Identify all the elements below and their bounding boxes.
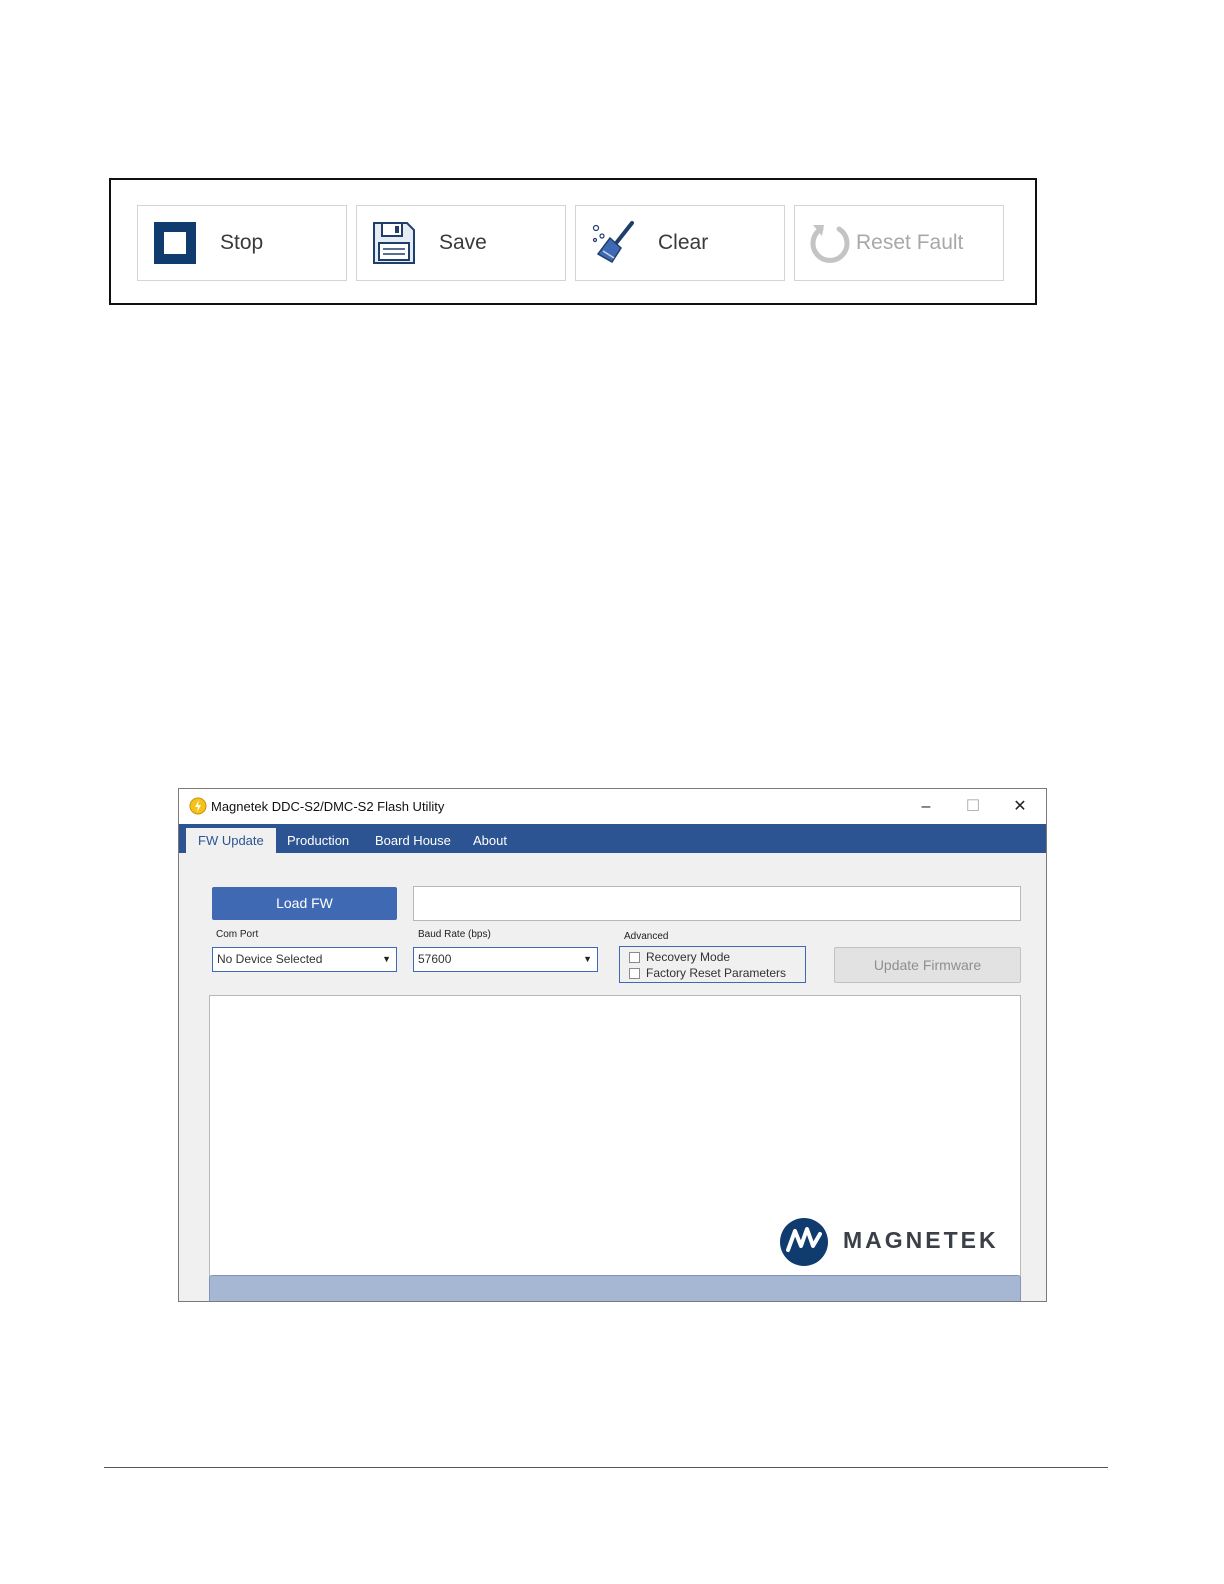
maximize-button[interactable]: ☐ xyxy=(950,793,996,821)
update-firmware-button[interactable]: Update Firmware xyxy=(834,947,1021,983)
firmware-path-field[interactable] xyxy=(413,886,1021,921)
tab-production[interactable]: Production xyxy=(275,828,361,853)
reset-fault-label: Reset Fault xyxy=(856,231,964,254)
flash-utility-window: Magnetek DDC-S2/DMC-S2 Flash Utility – ☐… xyxy=(178,788,1047,1302)
save-label: Save xyxy=(439,231,487,254)
com-port-select[interactable]: No Device Selected ▼ xyxy=(212,947,397,972)
refresh-icon xyxy=(810,225,850,263)
reset-fault-button[interactable]: Reset Fault xyxy=(794,205,1004,281)
clear-button[interactable]: Clear xyxy=(575,205,785,281)
progress-bar xyxy=(209,1275,1021,1301)
close-button[interactable]: ✕ xyxy=(997,793,1043,821)
magnetek-logo-text: MAGNETEK xyxy=(843,1227,999,1253)
baud-rate-select[interactable]: 57600 ▼ xyxy=(413,947,598,972)
toolbar-panel: Stop Save Clear Reset Fault xyxy=(109,178,1037,305)
magnetek-logo-icon xyxy=(780,1218,828,1266)
recovery-mode-label: Recovery Mode xyxy=(646,950,731,964)
tab-board-house[interactable]: Board House xyxy=(363,828,463,853)
lightning-icon xyxy=(189,797,207,815)
com-port-label: Com Port xyxy=(216,929,259,940)
window-title: Magnetek DDC-S2/DMC-S2 Flash Utility xyxy=(211,799,445,814)
clear-label: Clear xyxy=(658,231,709,254)
stop-button[interactable]: Stop xyxy=(137,205,347,281)
tab-about[interactable]: About xyxy=(461,828,519,853)
com-port-value: No Device Selected xyxy=(217,952,323,966)
factory-reset-option[interactable]: Factory Reset Parameters xyxy=(629,965,786,981)
stop-label: Stop xyxy=(220,231,264,254)
chevron-down-icon: ▼ xyxy=(382,954,391,964)
tab-fw-update[interactable]: FW Update xyxy=(186,828,276,853)
advanced-options-group: Recovery Mode Factory Reset Parameters xyxy=(619,946,806,983)
footer-divider xyxy=(104,1467,1108,1468)
minimize-button[interactable]: – xyxy=(903,793,949,821)
title-bar: Magnetek DDC-S2/DMC-S2 Flash Utility – ☐… xyxy=(179,789,1046,824)
stop-icon xyxy=(154,222,196,264)
baud-rate-label: Baud Rate (bps) xyxy=(418,929,491,940)
recovery-mode-checkbox[interactable] xyxy=(629,951,640,963)
floppy-disk-icon xyxy=(373,222,415,264)
chevron-down-icon: ▼ xyxy=(583,954,592,964)
load-fw-button[interactable]: Load FW xyxy=(212,887,397,920)
advanced-label: Advanced xyxy=(624,931,669,942)
save-button[interactable]: Save xyxy=(356,205,566,281)
recovery-mode-option[interactable]: Recovery Mode xyxy=(629,949,730,965)
factory-reset-checkbox[interactable] xyxy=(629,967,640,979)
factory-reset-label: Factory Reset Parameters xyxy=(646,966,787,980)
broom-icon xyxy=(592,221,634,264)
tab-bar: FW Update Production Board House About xyxy=(179,824,1046,853)
baud-rate-value: 57600 xyxy=(418,952,452,966)
